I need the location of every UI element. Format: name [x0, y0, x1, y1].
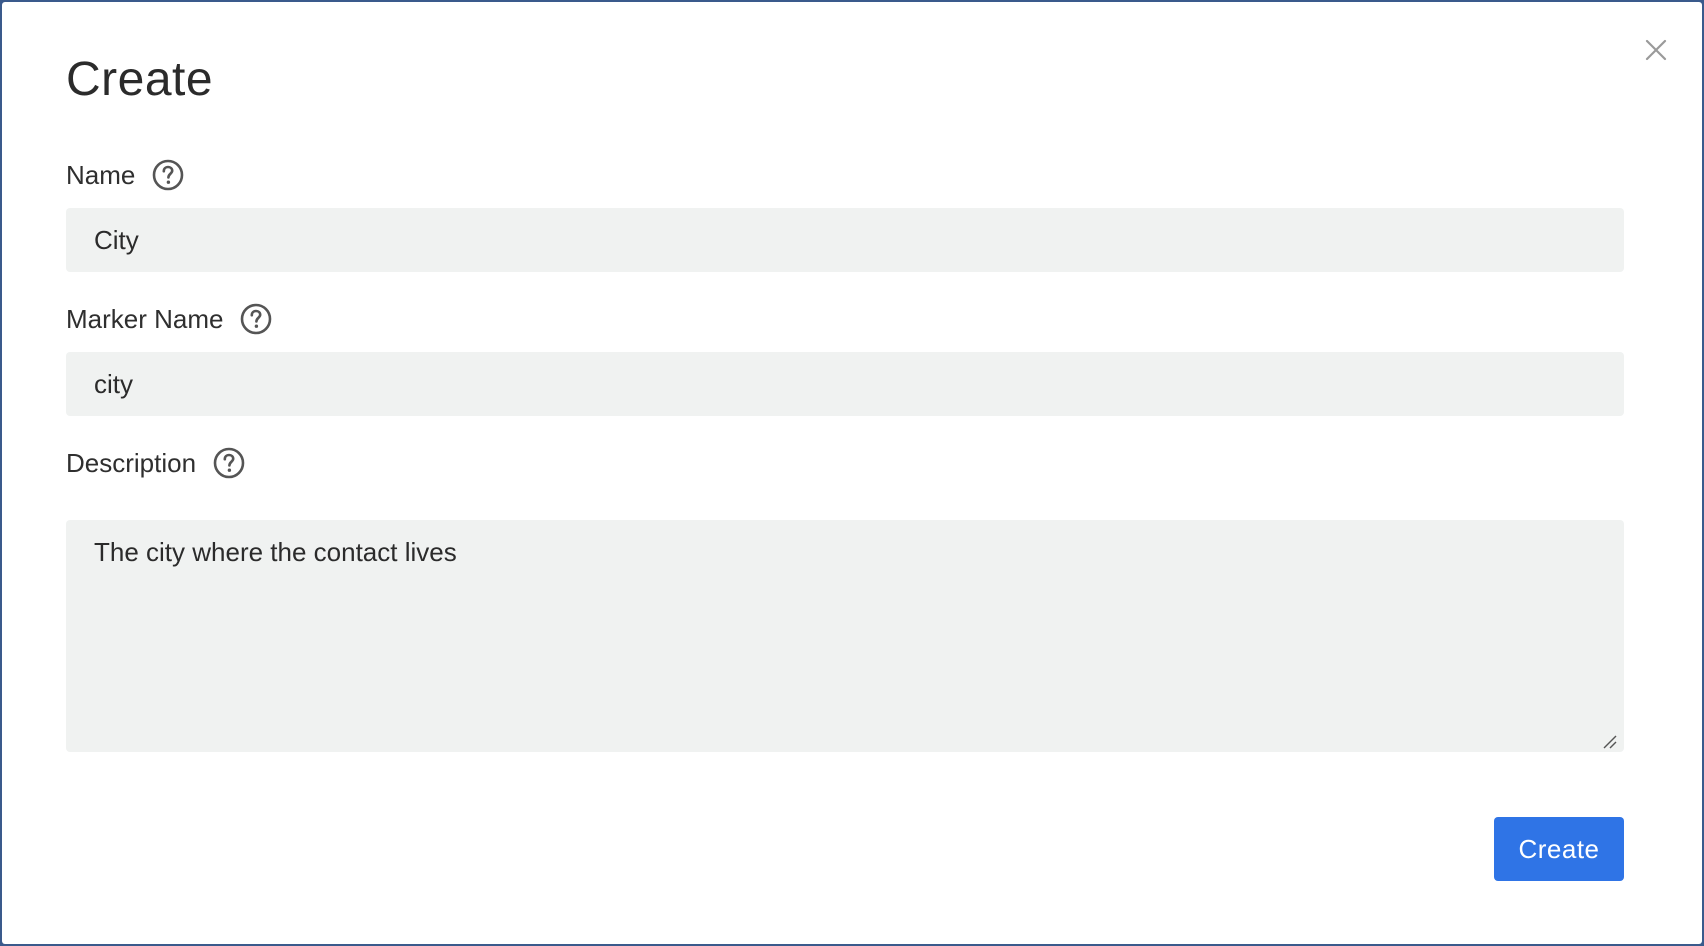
marker-name-label: Marker Name	[66, 303, 224, 334]
close-icon[interactable]	[1642, 36, 1670, 64]
marker-name-help-icon[interactable]	[239, 302, 273, 336]
create-dialog: Create Name Marker Name Description	[2, 2, 1702, 944]
name-help-icon[interactable]	[151, 158, 185, 192]
description-label: Description	[66, 447, 197, 478]
dialog-title: Create	[66, 53, 214, 106]
create-button[interactable]: Create	[1494, 817, 1624, 881]
name-input[interactable]	[66, 208, 1624, 272]
description-help-icon[interactable]	[212, 446, 246, 480]
name-label: Name	[66, 159, 136, 190]
marker-name-input[interactable]	[66, 352, 1624, 416]
marker-name-label-row: Marker Name	[66, 302, 273, 336]
description-textarea[interactable]: The city where the contact lives	[66, 520, 1624, 752]
name-label-row: Name	[66, 158, 185, 192]
description-label-row: Description	[66, 446, 246, 480]
resize-handle-icon[interactable]	[1602, 734, 1618, 750]
